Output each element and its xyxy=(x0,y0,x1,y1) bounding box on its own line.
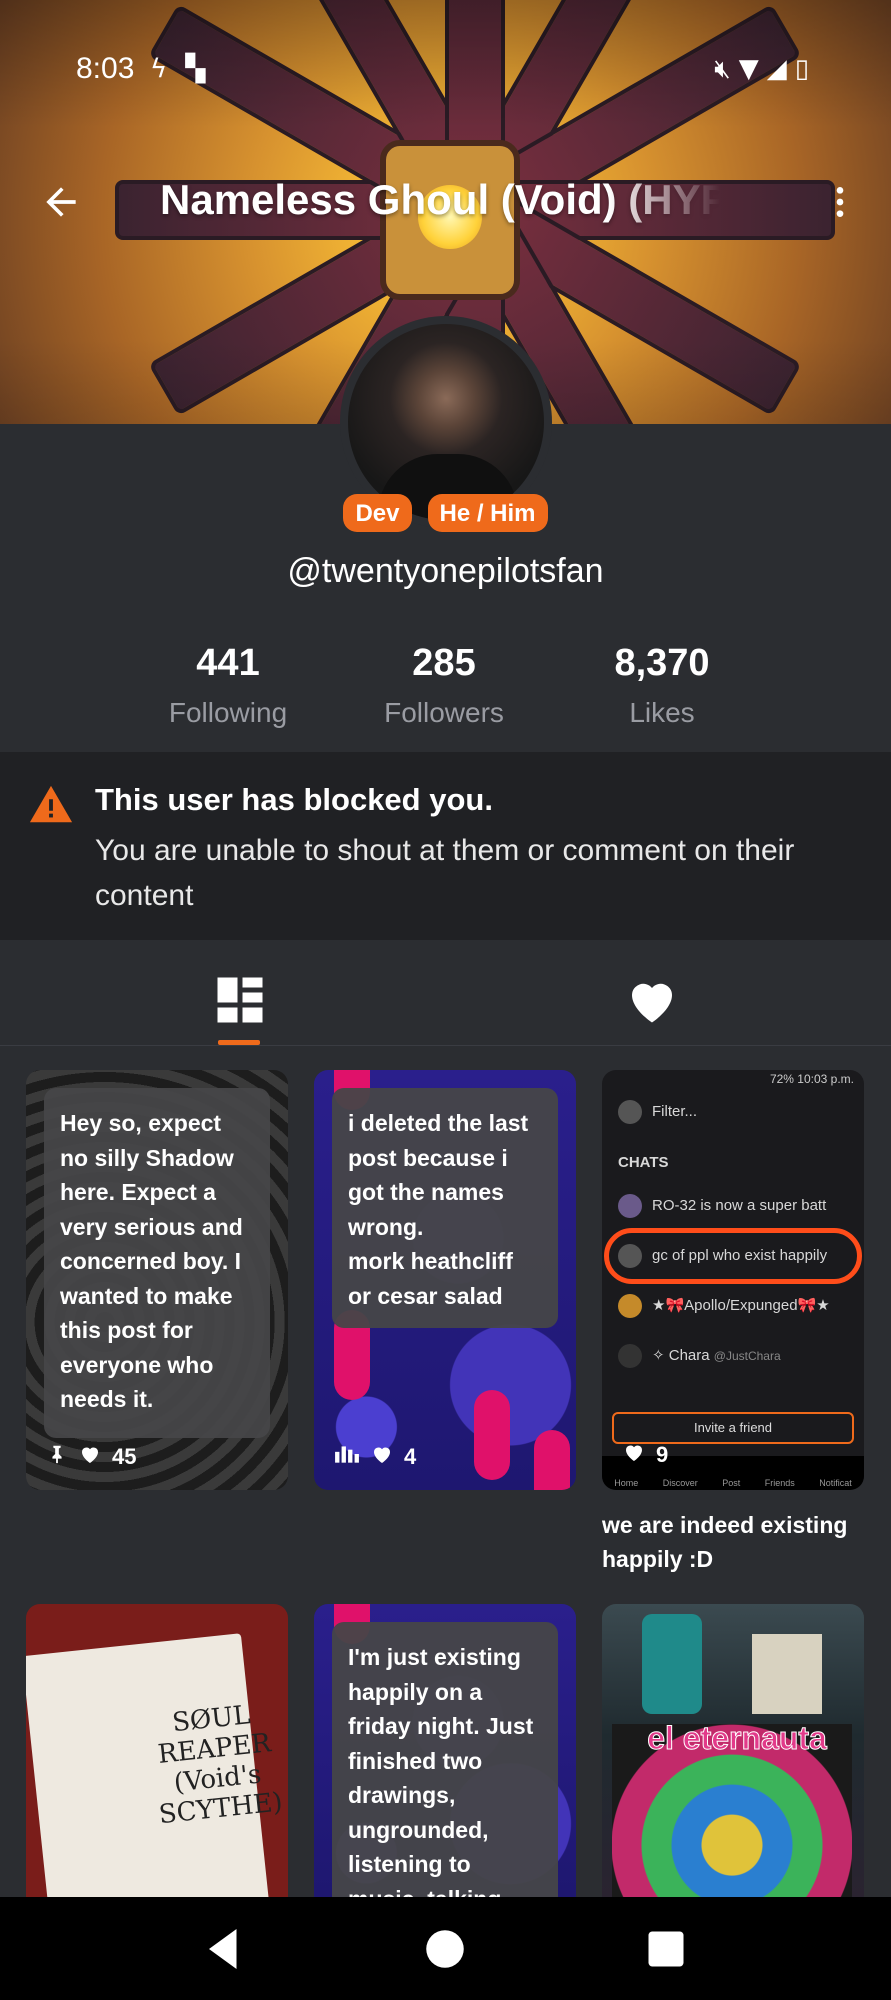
blocked-notice-title: This user has blocked you. xyxy=(95,782,493,817)
signal-icon: ◢ xyxy=(766,54,795,84)
post-caption: we are indeed existing happily :D xyxy=(602,1512,848,1572)
post-text: Hey so, expect no silly Shadow here. Exp… xyxy=(44,1088,270,1438)
flash-icon: ϟ xyxy=(150,54,168,84)
post-card[interactable]: el eternauta xyxy=(602,1604,864,1897)
nav-recents-icon[interactable] xyxy=(636,1919,696,1979)
wifi-icon: ▼ xyxy=(738,54,767,84)
screenshot-filter: Filter... xyxy=(652,1102,698,1120)
screenshot-chat: RO-32 is now a super batt xyxy=(652,1196,827,1214)
nav-home-icon[interactable] xyxy=(415,1919,475,1979)
audience-icon xyxy=(334,1443,360,1471)
warning-icon xyxy=(28,782,74,828)
comic-title: el eternauta xyxy=(647,1720,828,1757)
heart-icon xyxy=(632,983,672,1023)
screenshot-chat: ✧ Chara xyxy=(652,1346,710,1364)
back-arrow-icon[interactable] xyxy=(36,180,86,230)
screenshot-chat-handle: @JustChara xyxy=(713,1348,781,1363)
profile-title: Nameless Ghoul (Void) (HYPE) xyxy=(160,176,720,223)
stat-likes-label: Likes xyxy=(629,697,695,728)
profile-badges: Dev He / Him xyxy=(0,494,891,532)
like-heart-icon xyxy=(370,1442,394,1472)
profile-tabs xyxy=(0,940,891,1046)
screenshot-nav-item: Notificat xyxy=(819,1478,852,1488)
battery-charging-icon: ▯ xyxy=(794,54,817,84)
post-card[interactable]: 72% 10:03 p.m. Filter... CHATS RO-32 is … xyxy=(602,1070,864,1490)
profile-stats: 441 Following 285 Followers 8,370 Likes xyxy=(0,642,891,742)
stat-following-label: Following xyxy=(168,697,288,728)
pin-icon xyxy=(46,1443,68,1471)
screenshot-nav-item: Home xyxy=(614,1478,639,1488)
tab-likes[interactable] xyxy=(622,970,682,1030)
status-time: 8:03 xyxy=(76,52,135,85)
post-text: i deleted the last post because i got th… xyxy=(332,1088,558,1328)
screenshot-nav-item: Post xyxy=(722,1478,741,1488)
screenshot-chat: ★🎀Apollo/Expunged🎀★ xyxy=(652,1296,830,1314)
stat-followers[interactable]: 285 Followers xyxy=(334,642,554,729)
post-card[interactable]: SØUL REAPER (Void's SCYTHE) xyxy=(26,1604,288,1897)
blocked-notice-body: You are unable to shout at them or comme… xyxy=(95,834,795,912)
drawing-text: SØUL REAPER (Void's SCYTHE) xyxy=(156,1700,284,1831)
notification-icon: ▚ xyxy=(185,54,206,84)
screenshot-nav-item: Discover xyxy=(662,1478,698,1488)
screenshot-chats-label: CHATS xyxy=(618,1154,669,1171)
tab-posts[interactable] xyxy=(210,970,270,1030)
like-heart-icon xyxy=(78,1442,102,1472)
stat-likes[interactable]: 8,370 Likes xyxy=(552,642,772,729)
like-count: 4 xyxy=(404,1444,417,1469)
post-card[interactable]: Hey so, expect no silly Shadow here. Exp… xyxy=(26,1070,288,1490)
status-bar: 8:03 ϟ ▚ 🔇︎▼◢▯ xyxy=(0,50,891,94)
like-heart-icon xyxy=(622,1440,646,1470)
stat-followers-label: Followers xyxy=(384,697,504,728)
post-card[interactable]: i deleted the last post because i got th… xyxy=(314,1070,576,1490)
like-count: 45 xyxy=(112,1444,137,1469)
more-options-icon[interactable] xyxy=(820,180,860,230)
badge-pronouns: He / Him xyxy=(427,494,548,532)
user-handle: @twentyonepilotsfan xyxy=(287,552,604,590)
screenshot-status: 72% 10:03 p.m. xyxy=(769,1072,854,1086)
mute-icon: 🔇︎ xyxy=(714,54,739,84)
grid-posts-icon xyxy=(217,977,263,1023)
active-tab-indicator xyxy=(218,1040,260,1045)
badge-dev: Dev xyxy=(343,494,412,532)
nav-back-icon[interactable] xyxy=(194,1919,254,1979)
stat-likes-value: 8,370 xyxy=(614,642,710,684)
blocked-notice: This user has blocked you. You are unabl… xyxy=(0,752,891,940)
like-count: 9 xyxy=(656,1442,669,1467)
system-navigation-bar xyxy=(0,1897,891,2000)
post-text: I'm just existing happily on a friday ni… xyxy=(332,1622,558,1897)
post-card[interactable]: I'm just existing happily on a friday ni… xyxy=(314,1604,576,1897)
screenshot-chat: gc of ppl who exist happily xyxy=(652,1246,828,1264)
stat-followers-value: 285 xyxy=(412,642,476,684)
stat-following-value: 441 xyxy=(196,642,260,684)
screenshot-nav-item: Friends xyxy=(764,1478,795,1488)
stat-following[interactable]: 441 Following xyxy=(118,642,338,729)
